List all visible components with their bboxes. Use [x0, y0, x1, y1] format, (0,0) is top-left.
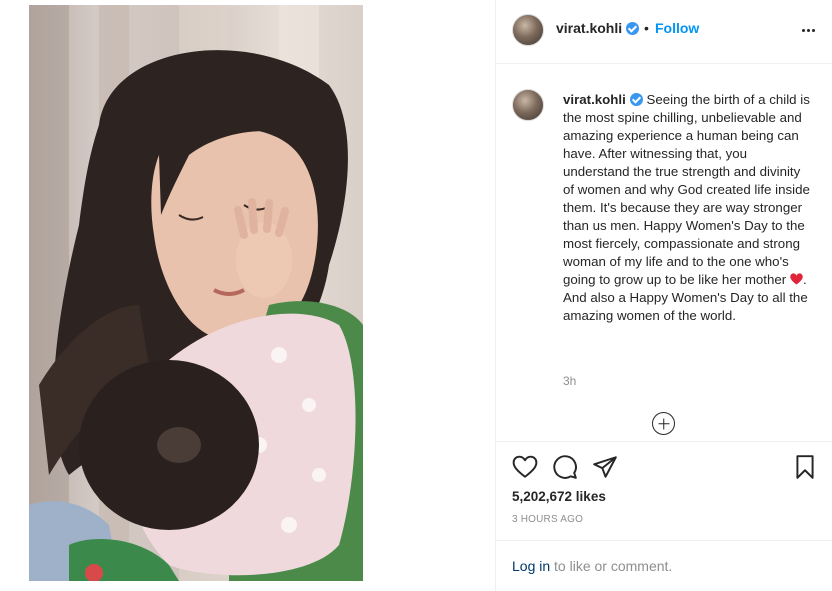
- plus-circle-icon[interactable]: [652, 412, 675, 435]
- photo-illustration: [29, 5, 363, 581]
- author-avatar[interactable]: [512, 14, 544, 46]
- caption-time[interactable]: 3h: [563, 374, 576, 388]
- post-caption: virat.kohli Seeing the birth of a child …: [563, 91, 813, 325]
- paper-plane-icon[interactable]: [592, 454, 618, 480]
- post-timestamp[interactable]: 3 HOURS AGO: [512, 514, 583, 525]
- caption-text: Seeing the birth of a child is the most …: [563, 92, 810, 287]
- caption-username[interactable]: virat.kohli: [563, 92, 626, 107]
- post-side-panel: virat.kohli • Follow virat.kohli Seeing …: [495, 0, 832, 591]
- caption-avatar[interactable]: [512, 89, 544, 121]
- likes-count[interactable]: 5,202,672 likes: [512, 489, 606, 504]
- author-username[interactable]: virat.kohli: [556, 20, 622, 36]
- post-header: virat.kohli • Follow: [496, 0, 832, 64]
- header-separator: •: [644, 20, 649, 36]
- login-prompt-bar: Log in to like or comment.: [496, 540, 832, 591]
- verified-badge-icon: [629, 93, 643, 106]
- post-photo[interactable]: [29, 5, 363, 581]
- bookmark-icon[interactable]: [792, 454, 818, 480]
- comments-section: virat.kohli Seeing the birth of a child …: [496, 65, 832, 442]
- more-options-icon[interactable]: [800, 22, 816, 38]
- red-heart-emoji: [790, 273, 803, 285]
- login-link[interactable]: Log in: [512, 558, 550, 574]
- comment-bubble-icon[interactable]: [552, 454, 578, 480]
- action-bar: [496, 448, 832, 488]
- post-media-panel: [0, 0, 495, 591]
- login-prompt-text: to like or comment.: [550, 558, 673, 574]
- follow-button[interactable]: Follow: [655, 20, 699, 36]
- verified-badge-icon: [626, 22, 640, 35]
- heart-outline-icon[interactable]: [512, 454, 538, 480]
- login-prompt: Log in to like or comment.: [512, 558, 672, 574]
- author-username-row: virat.kohli: [556, 20, 640, 36]
